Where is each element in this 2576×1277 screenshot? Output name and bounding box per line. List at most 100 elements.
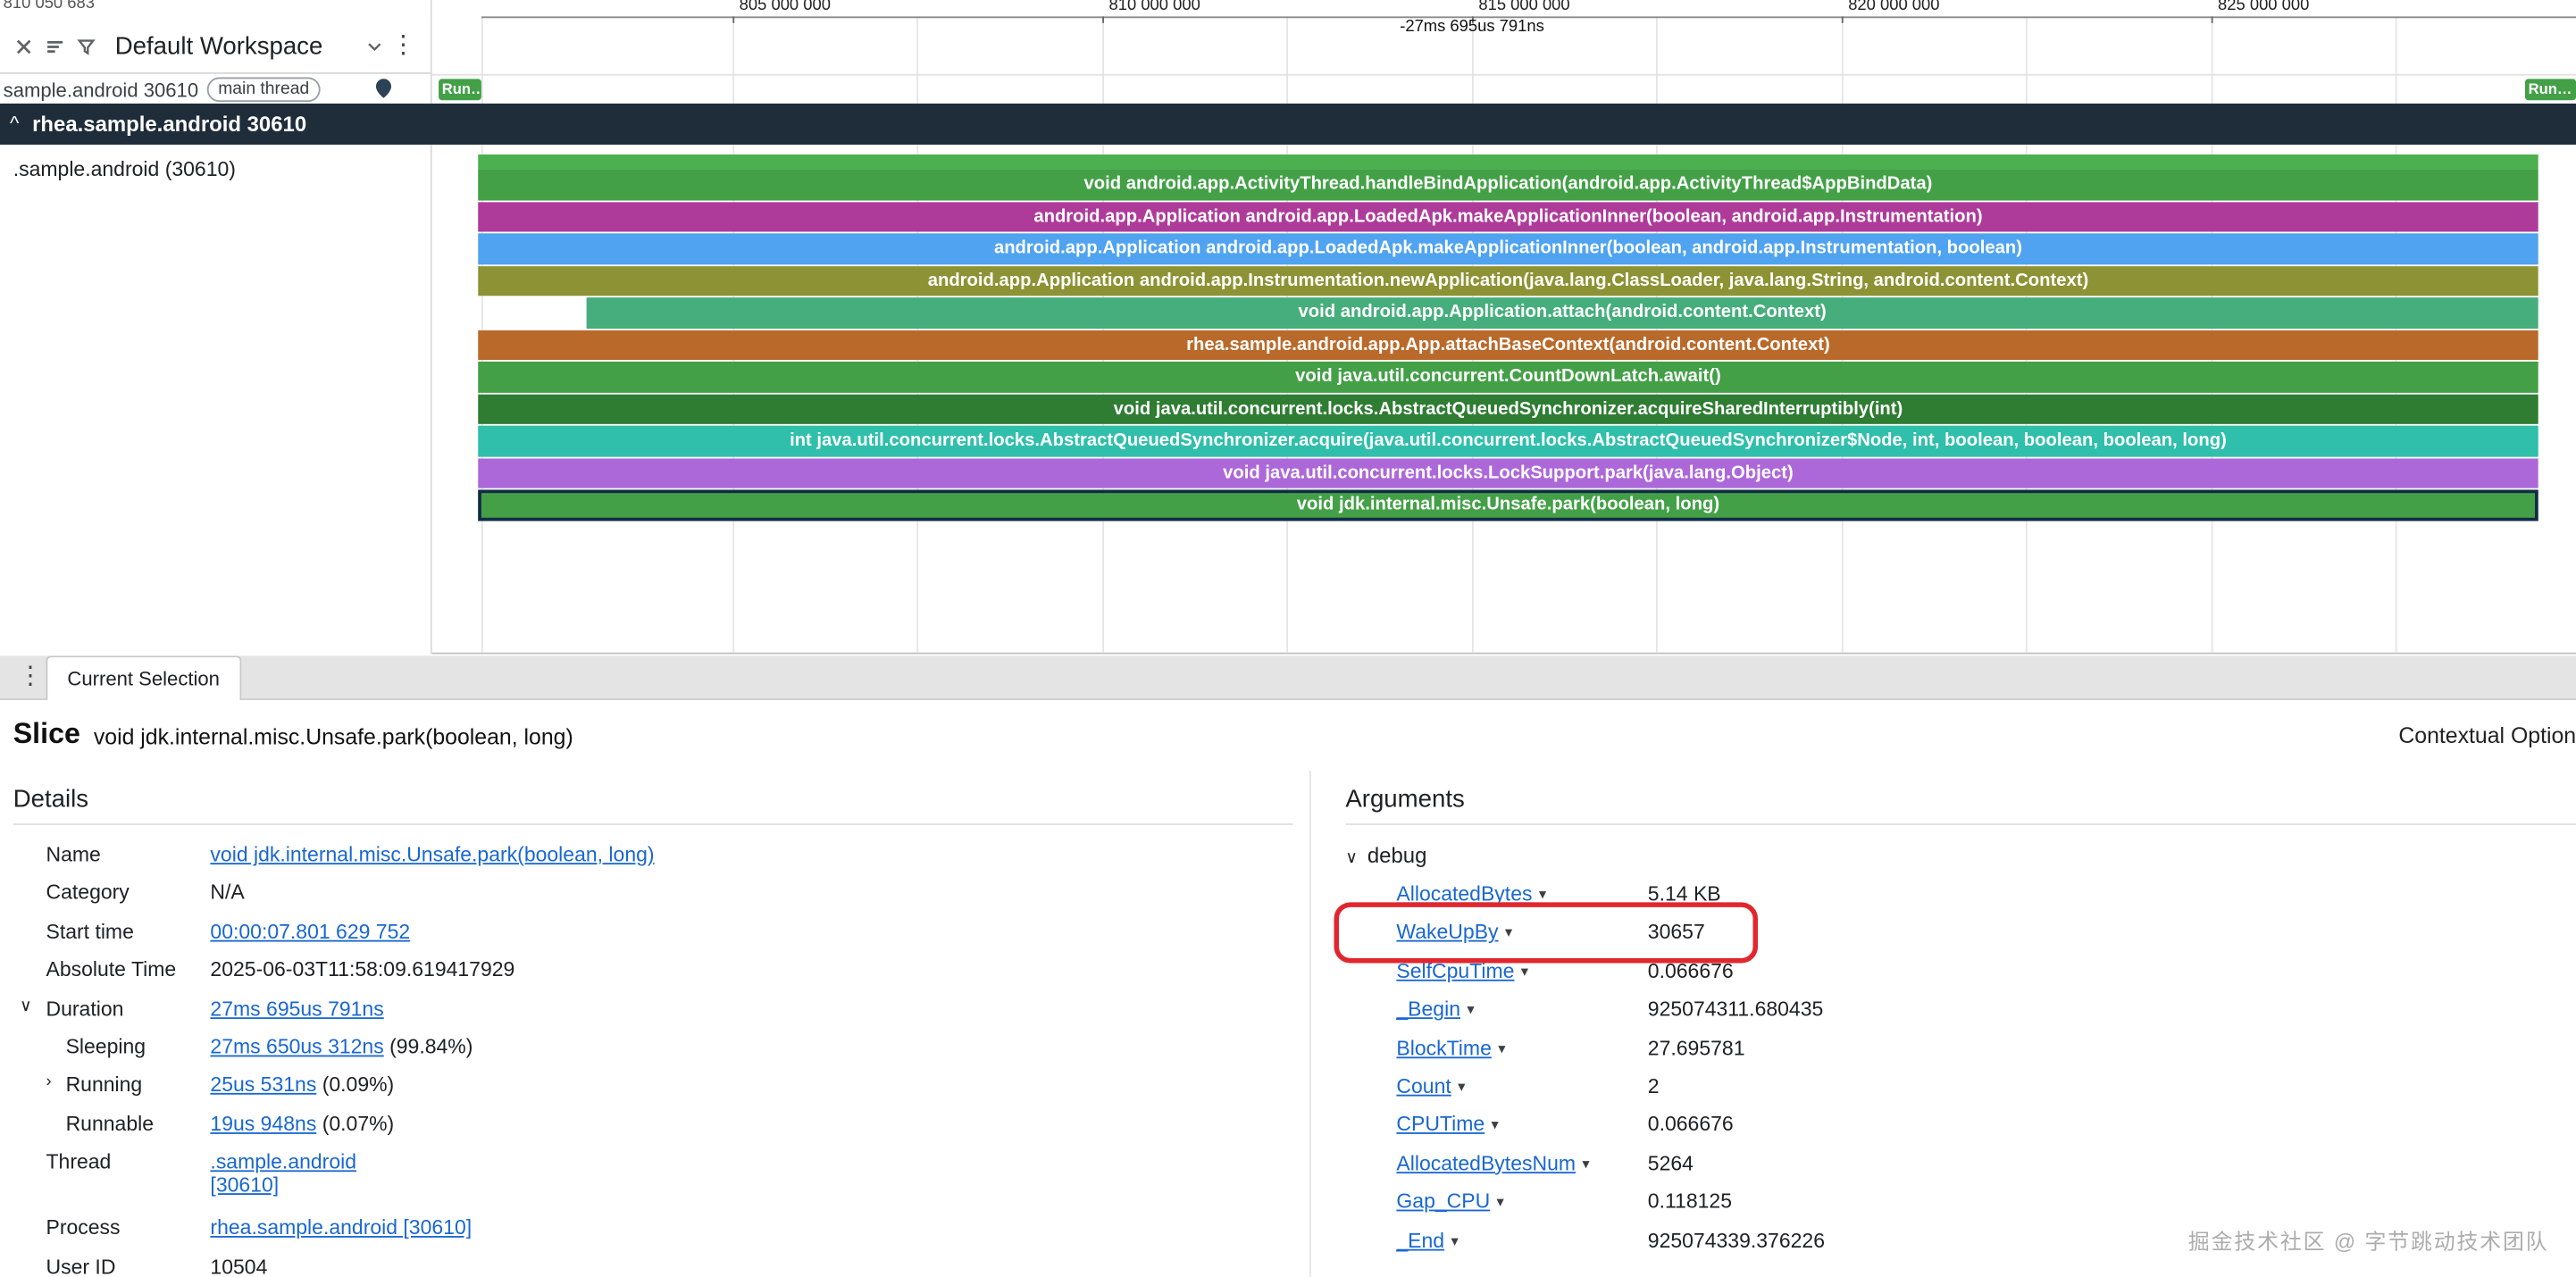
argument-key-link[interactable]: Gap_CPU <box>1396 1190 1490 1214</box>
argument-key-link[interactable]: AllocatedBytesNum <box>1396 1152 1576 1175</box>
clear-icon[interactable] <box>13 36 35 57</box>
argument-row: BlockTime▾27.695781 <box>1311 1030 2576 1068</box>
debug-arg-group[interactable]: ∨ debug <box>1345 843 1426 868</box>
argument-key-link[interactable]: WakeUpBy <box>1396 921 1498 944</box>
details-tab-bar: ⋮ Current Selection <box>0 655 2576 700</box>
chevron-down-icon[interactable]: ∨ <box>20 997 31 1014</box>
details-value: N/A <box>210 881 244 905</box>
details-label: Absolute Time <box>46 958 177 981</box>
arguments-header-rule <box>1345 823 2576 825</box>
flame-slice[interactable]: void android.app.Application.attach(andr… <box>587 298 2538 329</box>
collapse-caret-icon[interactable]: ^ <box>10 111 19 134</box>
details-link[interactable]: 27ms 695us 791ns <box>210 997 383 1020</box>
thread-state-running-slice[interactable]: Run… <box>439 79 481 100</box>
chevron-right-icon[interactable]: › <box>46 1073 52 1091</box>
details-row: CategoryN/A <box>0 875 1309 914</box>
chevron-down-icon[interactable]: ▾ <box>1505 924 1512 940</box>
tab-current-selection[interactable]: Current Selection <box>46 655 241 700</box>
chevron-down-icon[interactable]: ▾ <box>1539 886 1546 902</box>
argument-key: CPUTime ▾ <box>1396 1114 1498 1137</box>
argument-key-link[interactable]: _End <box>1396 1229 1444 1252</box>
argument-value: 925074311.680435 <box>1648 997 1823 1021</box>
chevron-down-icon[interactable]: ▾ <box>1451 1231 1458 1248</box>
flame-slice[interactable]: android.app.Application android.app.Load… <box>478 202 2538 232</box>
workspace-toolbar: Default Workspace ⋮ <box>0 20 431 74</box>
details-value: 25us 531ns (0.09%) <box>210 1073 394 1097</box>
flame-slice[interactable]: rhea.sample.android.app.App.attachBaseCo… <box>478 330 2538 361</box>
argument-value: 0.066676 <box>1648 959 1734 982</box>
sort-tracks-icon[interactable] <box>45 36 66 57</box>
details-text: 10504 <box>210 1255 267 1277</box>
details-row: Processrhea.sample.android [30610] <box>0 1210 1309 1248</box>
chevron-down-icon[interactable]: ▾ <box>1458 1078 1465 1094</box>
details-link[interactable]: 00:00:07.801 629 752 <box>210 920 410 943</box>
details-link[interactable]: 27ms 650us 312ns <box>210 1035 383 1058</box>
details-link[interactable]: 19us 948ns <box>210 1112 316 1135</box>
chevron-down-icon[interactable]: ▾ <box>1497 1193 1504 1209</box>
details-value: rhea.sample.android [30610] <box>210 1216 472 1239</box>
thread-track-header[interactable]: sample.android 30610 main thread <box>0 76 431 104</box>
flame-slice[interactable]: void jdk.internal.misc.Unsafe.park(boole… <box>478 489 2538 522</box>
details-row: › Running 25us 531ns (0.09%) <box>0 1067 1309 1106</box>
debug-group-label: debug <box>1367 843 1427 868</box>
main-thread-badge: main thread <box>206 77 321 102</box>
details-row: Runnable19us 948ns (0.07%) <box>0 1106 1309 1144</box>
argument-key: _End ▾ <box>1396 1229 1458 1252</box>
chevron-down-icon[interactable]: ▾ <box>1492 1116 1499 1132</box>
process-group-header[interactable]: ^ rhea.sample.android 30610 <box>0 104 2576 145</box>
argument-row: CPUTime▾0.066676 <box>1311 1106 2576 1145</box>
details-text: (0.09%) <box>316 1073 394 1097</box>
flame-slice[interactable]: void java.util.concurrent.CountDownLatch… <box>478 362 2538 392</box>
details-link[interactable]: 25us 531ns <box>210 1073 316 1097</box>
chevron-down-icon[interactable]: ▾ <box>1582 1155 1589 1171</box>
details-link[interactable]: [30610] <box>210 1173 279 1197</box>
slice-track-label[interactable]: .sample.android (30610) <box>13 158 236 181</box>
workspace-menu-icon[interactable]: ⋮ <box>384 35 422 58</box>
argument-key-link[interactable]: SelfCpuTime <box>1396 959 1514 982</box>
details-row: Absolute Time 2025-06-03T11:58:09.6194179… <box>0 952 1309 990</box>
thread-state-running-slice[interactable]: Run… <box>2525 79 2576 100</box>
chevron-down-icon[interactable]: ▾ <box>1521 963 1528 979</box>
details-link[interactable]: .sample.android <box>210 1151 356 1174</box>
chevron-down-icon[interactable]: ▾ <box>1498 1039 1505 1056</box>
argument-rows: AllocatedBytes▾5.14 KBWakeUpBy▾30657Self… <box>1311 876 2576 1260</box>
argument-key-link[interactable]: _Begin <box>1396 997 1460 1021</box>
details-value: 00:00:07.801 629 752 <box>210 920 410 943</box>
details-label: Thread <box>46 1151 112 1174</box>
argument-value: 925074339.376226 <box>1648 1229 1825 1252</box>
chevron-down-icon[interactable]: ∨ <box>1345 849 1357 867</box>
workspace-selector[interactable]: Default Workspace <box>115 32 323 60</box>
details-label: Start time <box>46 920 134 943</box>
details-value: 10504 <box>210 1255 267 1277</box>
thread-track-label: sample.android 30610 <box>4 78 198 101</box>
flame-slice[interactable] <box>478 154 2538 169</box>
flame-slice[interactable]: android.app.Application android.app.Load… <box>478 234 2538 264</box>
chevron-down-icon[interactable] <box>364 36 384 55</box>
watermark: 掘金技术社区 @ 字节跳动技术团队 <box>2188 1224 2549 1256</box>
argument-key-link[interactable]: AllocatedBytes <box>1396 882 1532 906</box>
flame-slice[interactable]: android.app.Application android.app.Inst… <box>478 266 2538 296</box>
details-link[interactable]: rhea.sample.android [30610] <box>210 1216 472 1239</box>
flame-slice[interactable]: void android.app.ActivityThread.handleBi… <box>478 170 2538 200</box>
details-link[interactable]: void jdk.internal.misc.Unsafe.park(boole… <box>210 843 654 866</box>
argument-key-link[interactable]: CPUTime <box>1396 1114 1485 1137</box>
overview-timestamp: 810 050 683 <box>4 0 95 13</box>
chevron-down-icon[interactable]: ▾ <box>1467 1001 1474 1017</box>
contextual-options-button[interactable]: Contextual Options <box>2398 723 2576 748</box>
process-group-label: rhea.sample.android 30610 <box>32 112 306 137</box>
flame-slice[interactable]: void java.util.concurrent.locks.LockSupp… <box>478 458 2538 488</box>
pin-icon[interactable] <box>373 77 395 98</box>
details-label: Name <box>46 843 101 866</box>
details-panel: ⋮ Current Selection Slice void jdk.inter… <box>0 655 2576 1277</box>
argument-key-link[interactable]: BlockTime <box>1396 1036 1491 1059</box>
details-header-rule <box>13 823 1293 825</box>
panel-menu-icon[interactable]: ⋮ <box>12 665 49 689</box>
argument-key-link[interactable]: Count <box>1396 1075 1451 1098</box>
flame-slice[interactable]: void java.util.concurrent.locks.Abstract… <box>478 394 2538 424</box>
details-value: 2025-06-03T11:58:09.619417929 <box>210 958 514 981</box>
filter-icon[interactable] <box>76 36 97 57</box>
flame-slice[interactable]: int java.util.concurrent.locks.AbstractQ… <box>478 426 2538 456</box>
details-label: Running <box>66 1073 143 1097</box>
details-text: (0.07%) <box>316 1112 394 1135</box>
details-row: Name void jdk.internal.misc.Unsafe.park(b… <box>0 837 1309 875</box>
